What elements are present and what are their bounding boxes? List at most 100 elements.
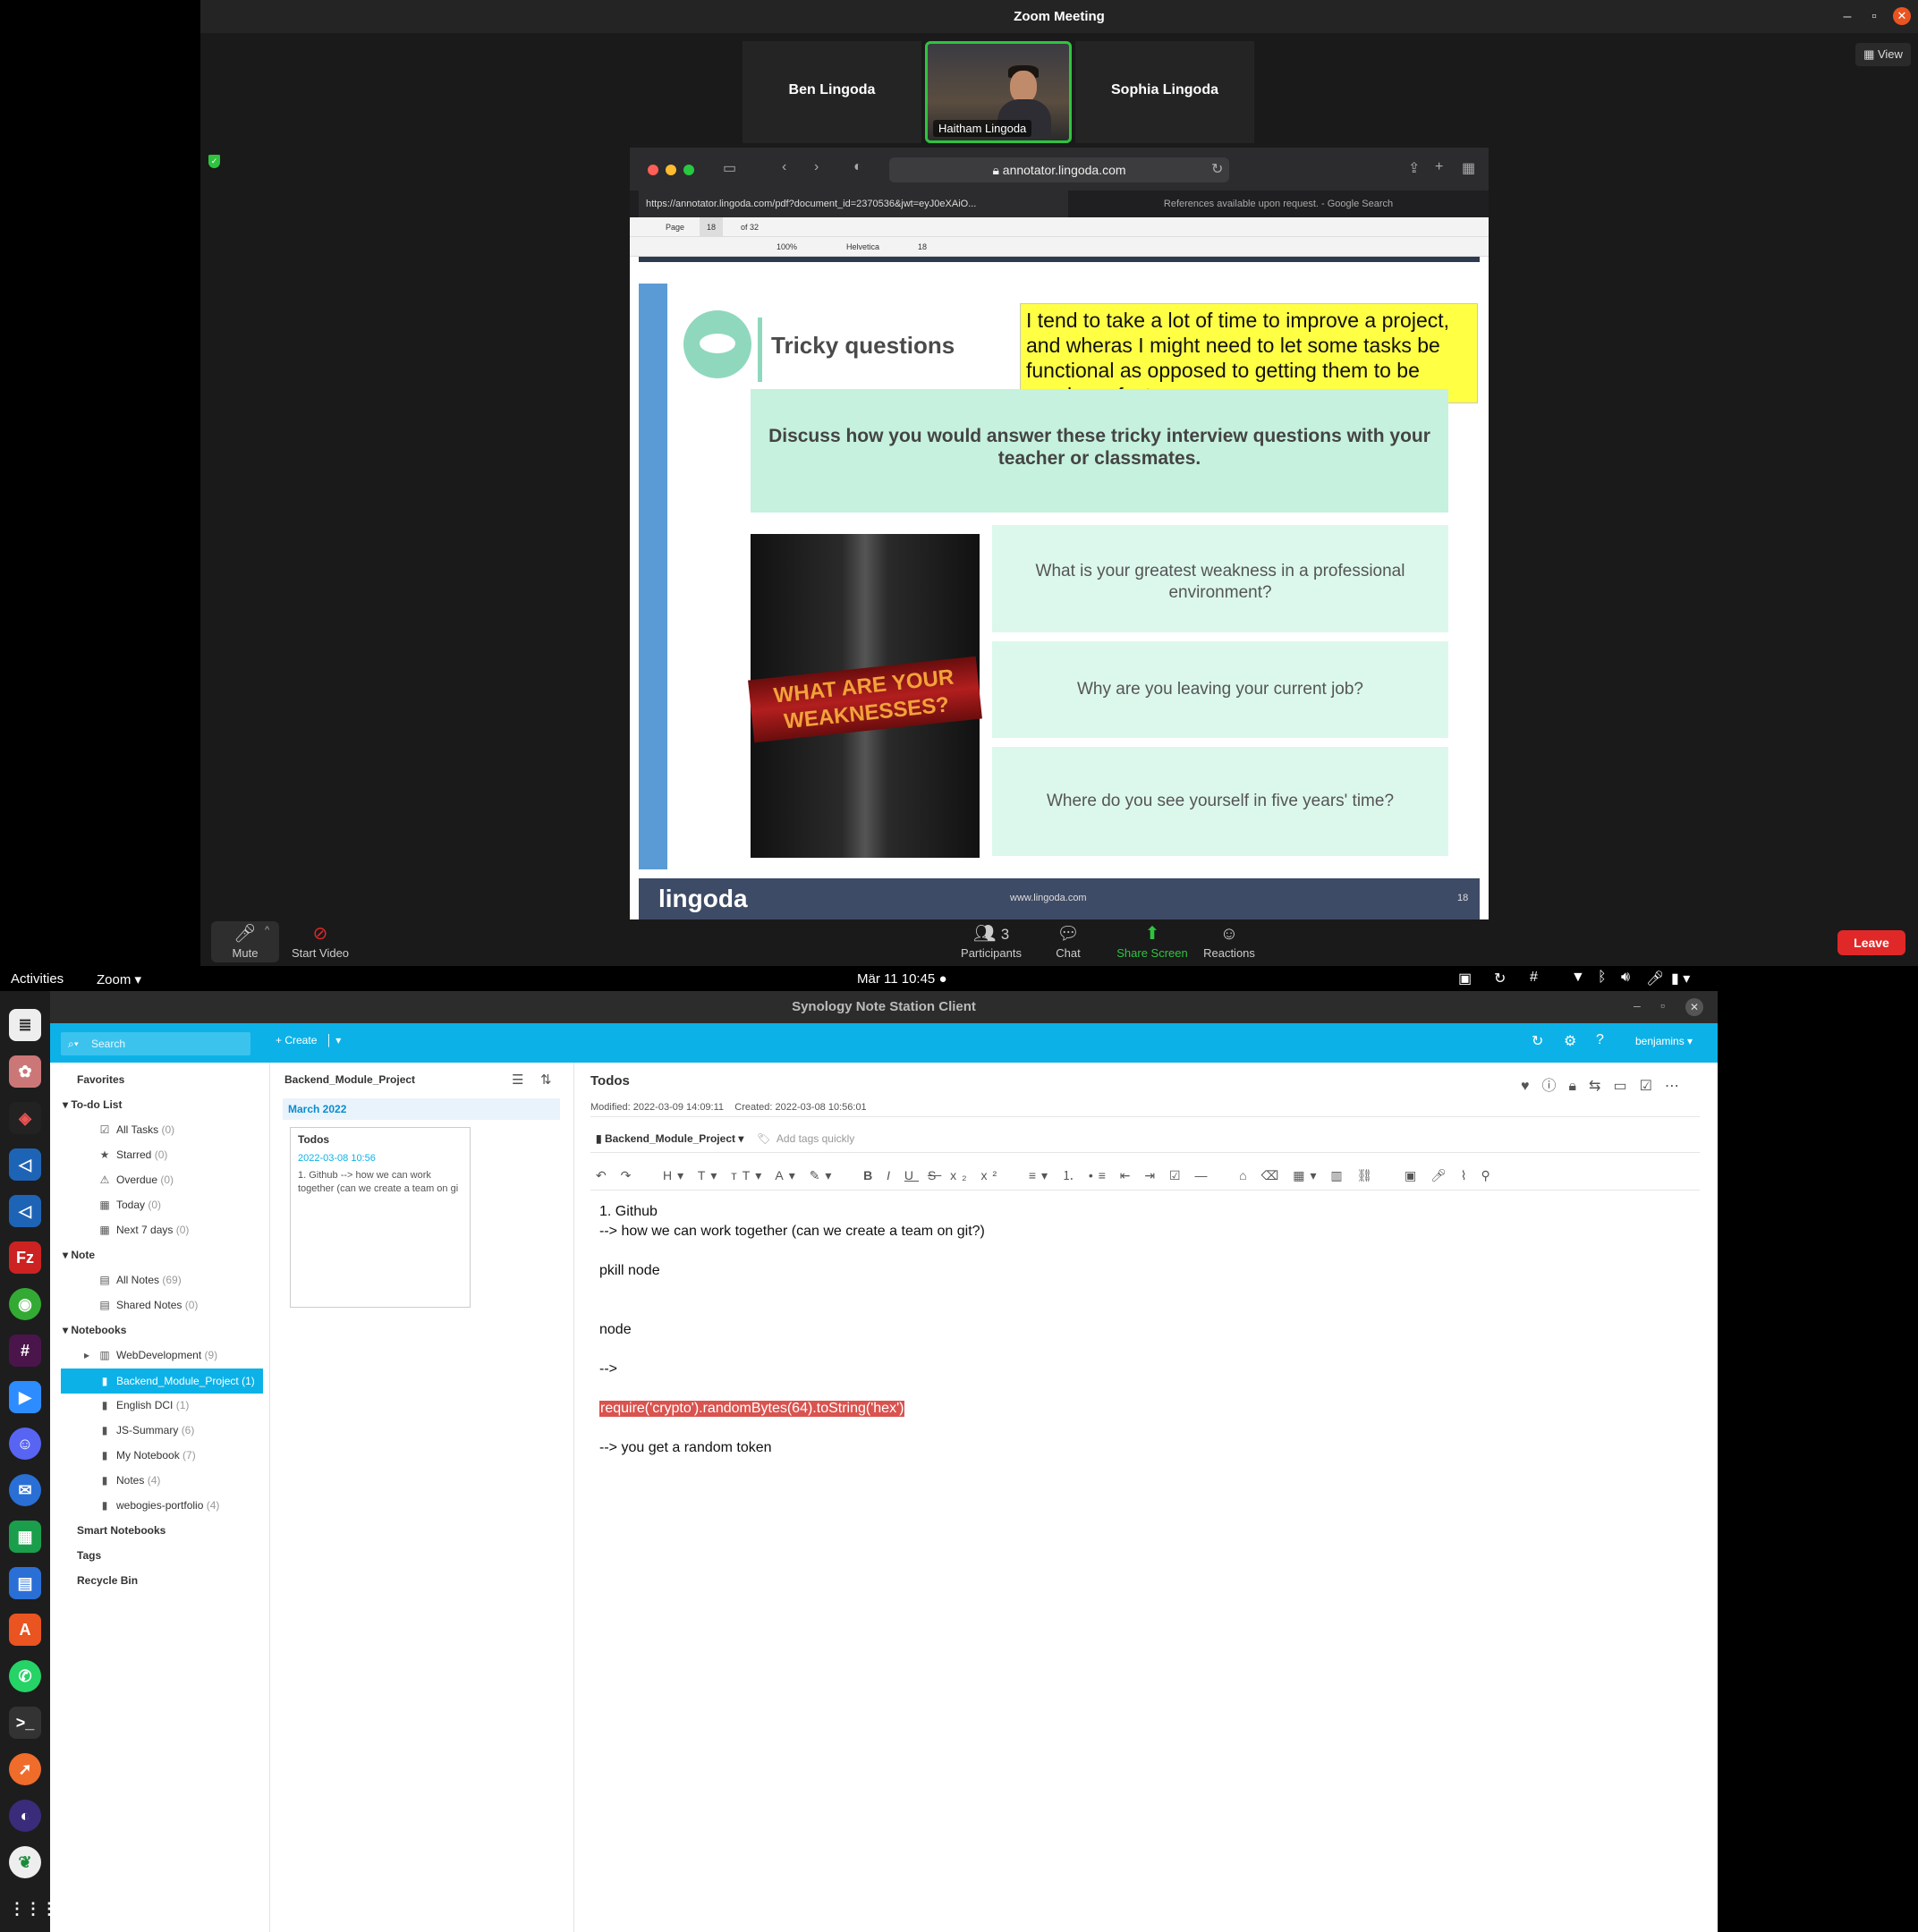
chat-button[interactable]: 💬︎ Chat <box>1032 921 1104 960</box>
heart-icon[interactable]: ♥ <box>1521 1079 1542 1094</box>
share-screen-button[interactable]: ⬆ Share Screen <box>1108 921 1197 960</box>
mute-options-chevron-icon[interactable]: ^ <box>265 925 269 936</box>
font-size-icon[interactable]: тT▾ <box>731 1168 767 1182</box>
tags-input[interactable]: 🏷︎ Add tags quickly <box>757 1132 854 1145</box>
sidebar-item-webogies-portfolio[interactable]: ▮ webogies-portfolio (4) <box>98 1499 220 1512</box>
checkbox-icon[interactable]: ☑ <box>1169 1168 1186 1182</box>
participant-tile-ben[interactable]: Ben Lingoda <box>743 41 921 143</box>
note-heading[interactable]: ▾ Note <box>63 1249 95 1261</box>
italic-icon[interactable]: I <box>887 1168 895 1182</box>
microphone-icon[interactable]: 🎤︎ <box>1430 1168 1452 1182</box>
favorites-heading[interactable]: Favorites <box>77 1073 124 1086</box>
sidebar-item-js-summary[interactable]: ▮ JS-Summary (6) <box>98 1424 195 1436</box>
smart-notebooks-heading[interactable]: Smart Notebooks <box>77 1524 165 1537</box>
horizontal-rule-icon[interactable]: — <box>1195 1168 1213 1182</box>
eclipse-icon[interactable]: ◐ <box>9 1800 41 1832</box>
maximize-icon[interactable]: ▫ <box>1861 0 1888 33</box>
bold-icon[interactable]: B <box>863 1168 878 1182</box>
highlight-icon[interactable]: ✎▾ <box>810 1168 837 1182</box>
sidebar-item-next-7-days[interactable]: ▦ Next 7 days (0) <box>98 1224 189 1236</box>
share-icon[interactable]: ⇆ <box>1589 1079 1613 1094</box>
font-color-icon[interactable]: A▾ <box>775 1168 800 1182</box>
sidebar-item-shared-notes[interactable]: ▤ Shared Notes (0) <box>98 1299 198 1311</box>
slack-tray-icon[interactable]: # <box>1530 970 1538 986</box>
numbered-list-icon[interactable]: ⒈ <box>1062 1168 1080 1182</box>
strikethrough-icon[interactable]: S <box>928 1168 941 1182</box>
zoom-tray-icon[interactable]: ▣ <box>1458 970 1472 987</box>
close-icon[interactable]: ✕ <box>1685 998 1703 1016</box>
photos-icon[interactable]: ✿ <box>9 1055 41 1088</box>
sidebar-item-backend-module-project[interactable]: ▮ Backend_Module_Project (1) <box>61 1368 263 1394</box>
volume-icon[interactable]: 🔊︎ <box>1621 970 1630 986</box>
battery-icon[interactable]: ▮ ▾ <box>1671 970 1690 987</box>
sidebar-item-overdue[interactable]: ⚠ Overdue (0) <box>98 1174 174 1186</box>
todo-icon[interactable]: ☑ <box>1640 1079 1665 1094</box>
thunderbird-icon[interactable]: ✉ <box>9 1474 41 1506</box>
vscode-insiders-icon[interactable]: ◁ <box>9 1195 41 1227</box>
vscode-icon[interactable]: ◁ <box>9 1148 41 1181</box>
eraser-icon[interactable]: ⌫ <box>1261 1168 1285 1182</box>
activities-button[interactable]: Activities <box>11 971 64 987</box>
indent-icon[interactable]: ⇥ <box>1144 1168 1160 1182</box>
app-menu[interactable]: Zoom ▾ <box>97 971 141 987</box>
figma-icon[interactable]: ◈ <box>9 1102 41 1134</box>
info-icon[interactable]: ⓘ <box>1542 1079 1569 1094</box>
create-button[interactable]: + Create │ ▾ <box>276 1034 341 1046</box>
postman-icon[interactable]: ➚ <box>9 1753 41 1785</box>
slack-icon[interactable]: # <box>9 1335 41 1367</box>
discord-icon[interactable]: ☺ <box>9 1428 41 1460</box>
wifi-icon[interactable]: ▼ <box>1571 970 1585 986</box>
superscript-icon[interactable]: x² <box>981 1168 1003 1182</box>
bullet-list-icon[interactable]: •≡ <box>1089 1168 1111 1182</box>
clock[interactable]: Mär 11 10:45 ● <box>857 971 947 987</box>
minimize-icon[interactable]: – <box>1634 998 1641 1013</box>
note-body[interactable]: 1. Github --> how we can work together (… <box>578 1197 1718 1930</box>
table-icon[interactable]: ▦▾ <box>1293 1168 1321 1182</box>
note-card[interactable]: Todos 2022-03-08 10:56 1. Github --> how… <box>290 1127 471 1308</box>
sidebar-item-today[interactable]: ▦ Today (0) <box>98 1199 161 1211</box>
microphone-tray-icon[interactable]: 🎤︎ <box>1646 970 1664 987</box>
participant-tile-haitham[interactable]: Haitham Lingoda <box>925 41 1072 143</box>
lock-icon[interactable]: 🔒︎ <box>1569 1079 1590 1094</box>
notebooks-heading[interactable]: ▾ Notebooks <box>63 1324 126 1336</box>
help-icon[interactable]: ? <box>1596 1032 1604 1048</box>
show-apps-icon[interactable]: ⋮⋮⋮ <box>9 1893 57 1925</box>
outdent-icon[interactable]: ⇤ <box>1120 1168 1136 1182</box>
sidebar-item-starred[interactable]: ★ Starred (0) <box>98 1148 168 1161</box>
minimize-icon[interactable]: – <box>1834 0 1861 33</box>
sync-tray-icon[interactable]: ↻ <box>1494 970 1506 987</box>
notebook-selector[interactable]: ▮ Backend_Module_Project ▾ <box>596 1132 743 1145</box>
view-button[interactable]: ▦ View <box>1855 43 1911 66</box>
tags-heading[interactable]: Tags <box>77 1549 101 1562</box>
undo-icon[interactable]: ↶ <box>596 1168 612 1182</box>
sidebar-item-all-notes[interactable]: ▤ All Notes (69) <box>98 1274 181 1286</box>
close-icon[interactable]: ✕ <box>1893 7 1911 25</box>
zoom-dock-icon[interactable]: ▶ <box>9 1381 41 1413</box>
sidebar-item-notes[interactable]: ▮ Notes (4) <box>98 1474 161 1487</box>
text-style-icon[interactable]: T▾ <box>698 1168 723 1182</box>
todo-heading[interactable]: ▾ To-do List <box>63 1098 122 1111</box>
search-input[interactable]: ⌕▾ Search <box>61 1032 250 1055</box>
leave-button[interactable]: Leave <box>1837 930 1905 955</box>
attachment-icon[interactable]: ⌇ <box>1461 1168 1472 1182</box>
settings-icon[interactable]: ⚙ <box>1564 1032 1576 1050</box>
align-icon[interactable]: ≡▾ <box>1029 1168 1053 1182</box>
sidebar-item-english-dci[interactable]: ▮ English DCI (1) <box>98 1399 190 1411</box>
participants-button[interactable]: 👥︎ 3 Participants <box>946 921 1036 960</box>
maximize-icon[interactable]: ▫ <box>1660 998 1665 1013</box>
user-menu[interactable]: benjamins ▾ <box>1635 1035 1693 1047</box>
sidebar-item-my-notebook[interactable]: ▮ My Notebook (7) <box>98 1449 196 1462</box>
software-icon[interactable]: A <box>9 1614 41 1646</box>
refresh-icon[interactable]: ↻ <box>1532 1032 1543 1050</box>
recycle-bin-heading[interactable]: Recycle Bin <box>77 1574 138 1587</box>
underline-icon[interactable]: U <box>904 1168 919 1182</box>
encryption-shield-icon[interactable]: ✓ <box>208 155 220 168</box>
redo-icon[interactable]: ↷ <box>621 1168 637 1182</box>
sidebar-item-all-tasks[interactable]: ☑ All Tasks (0) <box>98 1123 175 1136</box>
sidebar-item-webdevelopment[interactable]: ▸ ▥ WebDevelopment (9) <box>81 1349 217 1361</box>
image-icon[interactable]: ▣ <box>1405 1168 1422 1182</box>
terminal-icon[interactable]: >_ <box>9 1707 41 1739</box>
mongodb-icon[interactable]: ❦ <box>9 1846 41 1878</box>
more-icon[interactable]: ⋯ <box>1665 1079 1692 1094</box>
present-icon[interactable]: ▭ <box>1613 1079 1639 1094</box>
